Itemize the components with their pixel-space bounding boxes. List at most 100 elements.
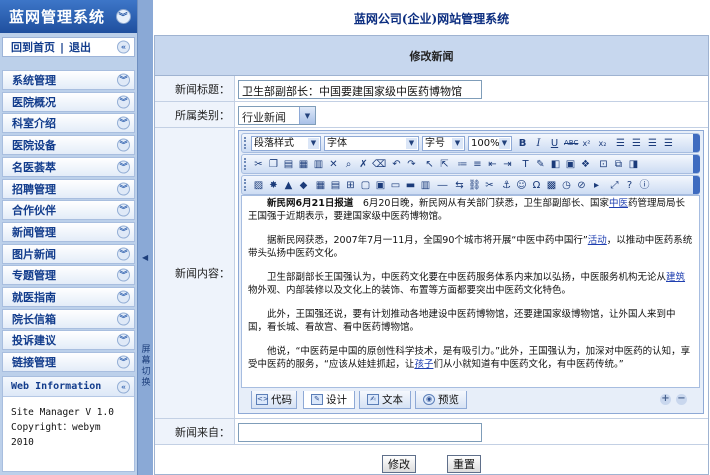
sidebar-item[interactable]: 招聘管理 ︾	[2, 178, 135, 199]
layer-forward-icon[interactable]: ⧉	[612, 158, 625, 171]
strikethrough-icon[interactable]: ABC	[564, 137, 578, 150]
superscript-icon[interactable]: x²	[580, 137, 593, 150]
layer-backward-icon[interactable]: ◨	[627, 158, 640, 171]
iframe-icon[interactable]: ▢	[359, 179, 372, 192]
mode-tab-text[interactable]: ✍ 文本	[359, 391, 411, 409]
shrink-icon[interactable]: −	[676, 394, 687, 405]
date-icon[interactable]: ▩	[545, 179, 558, 192]
sidebar-item[interactable]: 医院设备 ︾	[2, 135, 135, 156]
sidebar-item[interactable]: 名医荟萃 ︾	[2, 156, 135, 177]
font-size-select[interactable]: 字号 ▼	[422, 136, 465, 151]
bg-color-icon[interactable]: ◧	[549, 158, 562, 171]
unlink-icon[interactable]: ✂	[483, 179, 496, 192]
eraser-icon[interactable]: ⌫	[372, 158, 386, 171]
table-props-icon[interactable]: ▤	[329, 179, 342, 192]
sidebar-item[interactable]: 院长信箱 ︾	[2, 308, 135, 329]
screen-switch-strip[interactable]: ◀ 屏幕切换	[137, 0, 153, 475]
italic-icon[interactable]: I	[532, 137, 545, 150]
editor-content-area[interactable]: 新民网6月21日报道 6月20日晚，新民网从有关部门获悉，卫生部副部长、国家中医…	[241, 195, 700, 388]
keyword-link[interactable]: 建筑	[666, 272, 685, 283]
sidebar-collapse-icon[interactable]: ︾	[116, 9, 131, 24]
bold-icon[interactable]: B	[516, 137, 529, 150]
sidebar-item[interactable]: 链接管理 ︾	[2, 352, 135, 373]
find-icon[interactable]: ⌕	[342, 158, 355, 171]
style-icon[interactable]: ❖	[579, 158, 592, 171]
keyword-link[interactable]: 活动	[588, 235, 607, 246]
unordered-list-icon[interactable]: ≡	[471, 158, 484, 171]
table-icon[interactable]: ▦	[314, 179, 327, 192]
delete-icon[interactable]: ✕	[327, 158, 340, 171]
media-icon[interactable]: ▲	[282, 179, 295, 192]
link-icon[interactable]: ⛓	[468, 179, 481, 192]
font-color-icon[interactable]: T	[519, 158, 532, 171]
chevron-double-down-icon[interactable]: ︾	[117, 290, 130, 304]
align-center-icon[interactable]: ☰	[630, 137, 643, 150]
keyword-link[interactable]: 中医	[609, 198, 628, 209]
sidebar-item[interactable]: 专题管理 ︾	[2, 265, 135, 286]
fullscreen-icon[interactable]: ⤢	[608, 179, 621, 192]
chevron-down-icon[interactable]: ▼	[299, 107, 315, 124]
chevron-double-down-icon[interactable]: ︾	[117, 247, 130, 261]
undo-icon[interactable]: ↶	[390, 158, 403, 171]
sidebar-item[interactable]: 新闻管理 ︾	[2, 221, 135, 242]
expand-icon[interactable]: +	[660, 394, 671, 405]
submit-button[interactable]: 修改	[382, 455, 416, 473]
zoom-select[interactable]: 100% ▼	[468, 136, 512, 151]
template-icon[interactable]: ▣	[374, 179, 387, 192]
align-right-icon[interactable]: ☰	[646, 137, 659, 150]
chevron-double-down-icon[interactable]: ︾	[117, 333, 130, 347]
cell-icon[interactable]: ⊞	[344, 179, 357, 192]
textarea-icon[interactable]: ▥	[419, 179, 432, 192]
chevron-double-down-icon[interactable]: ︾	[117, 160, 130, 174]
logout-link[interactable]: 退出	[69, 39, 91, 55]
select-icon[interactable]: ↖	[423, 158, 436, 171]
input-icon[interactable]: ▬	[404, 179, 417, 192]
block-icon[interactable]: ▣	[564, 158, 577, 171]
sidebar-item[interactable]: 系统管理 ︾	[2, 70, 135, 90]
chevron-double-down-icon[interactable]: ︾	[117, 73, 130, 87]
copy-icon[interactable]: ❐	[267, 158, 280, 171]
outdent-icon[interactable]: ⇤	[486, 158, 499, 171]
sidebar-item[interactable]: 图片新闻 ︾	[2, 243, 135, 264]
chevron-double-down-icon[interactable]: ︾	[117, 203, 130, 217]
sidebar-item[interactable]: 合作伙伴 ︾	[2, 200, 135, 221]
keyword-link[interactable]: 孩子	[414, 359, 433, 370]
stop-icon[interactable]: ⊘	[575, 179, 588, 192]
font-select[interactable]: 字体 ▼	[324, 136, 419, 151]
paste-icon[interactable]: ▤	[282, 158, 295, 171]
source-input[interactable]	[238, 423, 482, 442]
category-select[interactable]: 行业新闻 ▼	[238, 106, 316, 125]
chevron-double-down-icon[interactable]: ︾	[117, 138, 130, 152]
time-icon[interactable]: ◷	[560, 179, 573, 192]
screen-switch-label[interactable]: 屏幕切换	[140, 345, 152, 389]
emoticon-icon[interactable]: ☺	[515, 179, 528, 192]
reset-button[interactable]: 重置	[447, 455, 481, 473]
chevron-double-down-icon[interactable]: ︾	[117, 355, 130, 369]
pointer-icon[interactable]: ⇱	[438, 158, 451, 171]
sidebar-item[interactable]: 就医指南 ︾	[2, 287, 135, 307]
form-icon[interactable]: ▭	[389, 179, 402, 192]
chevron-double-down-icon[interactable]: ︾	[117, 182, 130, 195]
absolute-position-icon[interactable]: ⊡	[597, 158, 610, 171]
mode-tab-preview[interactable]: ◉ 预览	[415, 391, 467, 409]
chevron-double-down-icon[interactable]: ︾	[117, 312, 130, 326]
indent-icon[interactable]: ⇥	[501, 158, 514, 171]
collapse-all-icon[interactable]: «	[117, 40, 130, 54]
help-icon[interactable]: ?	[623, 179, 636, 192]
chevron-double-down-icon[interactable]: ︾	[117, 225, 130, 239]
info-icon[interactable]: ⓘ	[638, 179, 651, 192]
chevron-double-down-icon[interactable]: ︾	[117, 116, 130, 130]
paste-word-icon[interactable]: ▥	[312, 158, 325, 171]
sidebar-item[interactable]: 投诉建议 ︾	[2, 330, 135, 351]
hr-icon[interactable]: ―	[436, 179, 449, 192]
sidebar-item[interactable]: 医院概况 ︾	[2, 91, 135, 112]
redo-icon[interactable]: ↷	[405, 158, 418, 171]
align-justify-icon[interactable]: ☰	[662, 137, 675, 150]
cut-icon[interactable]: ✂	[252, 158, 265, 171]
ordered-list-icon[interactable]: ≔	[456, 158, 469, 171]
special-char-icon[interactable]: Ω	[530, 179, 543, 192]
image-icon[interactable]: ▨	[252, 179, 265, 192]
paragraph-style-select[interactable]: 段落样式 ▼	[251, 136, 321, 151]
web-info-collapse-icon[interactable]: «	[117, 380, 130, 393]
chevron-double-down-icon[interactable]: ︾	[117, 95, 130, 109]
